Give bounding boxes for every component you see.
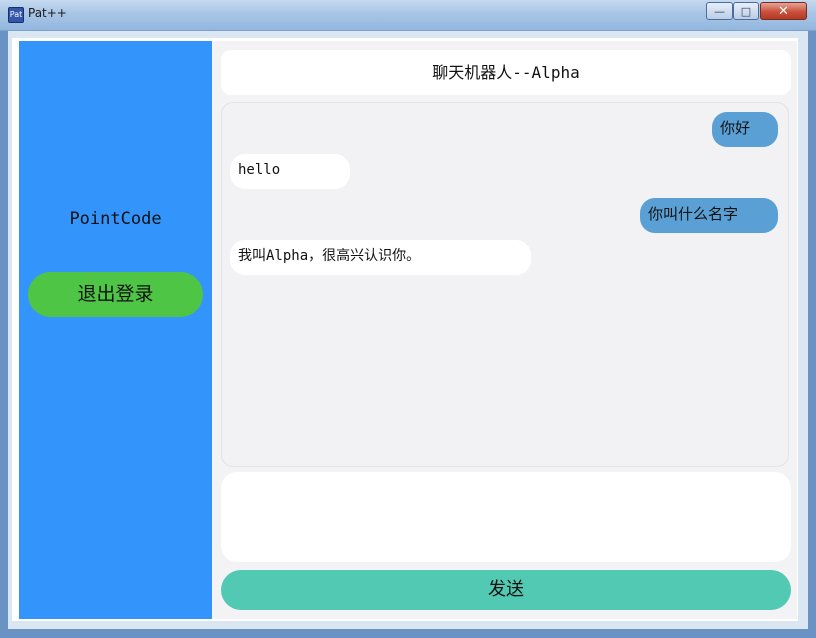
send-button[interactable]: 发送 — [221, 570, 791, 610]
message-list[interactable]: 你好 hello 你叫什么名字 我叫Alpha，很高兴认识你。 — [221, 102, 789, 467]
chat-title: 聊天机器人--Alpha — [221, 50, 791, 95]
window-title: Pat++ — [28, 6, 67, 20]
sidebar: PointCode 退出登录 — [19, 41, 212, 619]
close-button[interactable]: ✕ — [760, 2, 807, 20]
chat-panel: 聊天机器人--Alpha 你好 hello 你叫什么名字 我叫Alpha，很高兴… — [212, 41, 797, 619]
window-titlebar: Pat Pat++ — □ ✕ — [0, 0, 816, 31]
message-bubble-bot: 我叫Alpha，很高兴认识你。 — [230, 240, 531, 275]
app-icon: Pat — [8, 7, 24, 23]
minimize-button[interactable]: — — [706, 2, 733, 20]
logout-button[interactable]: 退出登录 — [28, 272, 203, 317]
message-input[interactable] — [221, 472, 791, 562]
maximize-button[interactable]: □ — [733, 2, 759, 20]
message-bubble-user: 你好 — [712, 112, 778, 147]
username-label: PointCode — [69, 209, 162, 229]
message-bubble-user: 你叫什么名字 — [640, 198, 778, 233]
message-bubble-bot: hello — [230, 154, 350, 189]
